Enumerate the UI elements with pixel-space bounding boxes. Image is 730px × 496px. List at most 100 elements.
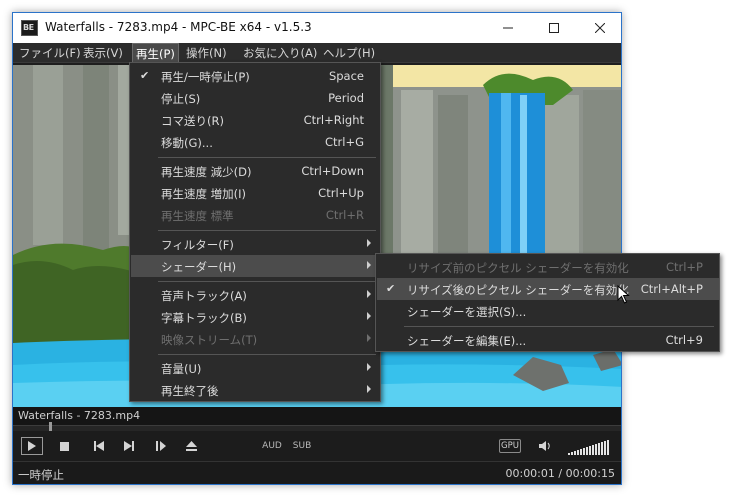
title-bar[interactable]: BE Waterfalls - 7283.mp4 - MPC-BE x64 - … bbox=[13, 13, 621, 43]
audio-track-button[interactable]: AUD bbox=[262, 437, 282, 455]
menu-item-label: 再生速度 増加(I) bbox=[161, 187, 247, 201]
minimize-button[interactable] bbox=[485, 13, 531, 43]
submenu-arrow-icon bbox=[367, 363, 371, 371]
next-button[interactable] bbox=[121, 437, 137, 455]
frame-step-button[interactable] bbox=[153, 437, 169, 455]
menu-item-speed-down[interactable]: 再生速度 減少(D) Ctrl+Down bbox=[131, 160, 380, 182]
menu-item-goto[interactable]: 移動(G)... Ctrl+G bbox=[131, 131, 380, 153]
submenu-arrow-icon bbox=[367, 261, 371, 269]
menu-item-label: 停止(S) bbox=[161, 92, 201, 106]
close-icon bbox=[595, 23, 605, 33]
menu-item-label: シェーダーを選択(S)... bbox=[407, 305, 527, 319]
maximize-button[interactable] bbox=[531, 13, 577, 43]
menu-item-filters[interactable]: フィルター(F) bbox=[131, 233, 380, 255]
menu-item-after-playback[interactable]: 再生終了後 bbox=[131, 379, 380, 401]
submenu-arrow-icon bbox=[367, 239, 371, 247]
submenu-arrow-icon bbox=[367, 290, 371, 298]
menu-item-label: リサイズ後のピクセル シェーダーを有効化 bbox=[407, 283, 629, 297]
skip-back-icon bbox=[94, 441, 104, 451]
control-bar: AUD SUB GPU bbox=[13, 431, 621, 461]
menu-item-shortcut: Ctrl+Up bbox=[318, 186, 364, 200]
menu-item-play-pause[interactable]: ✔ 再生/一時停止(P) Space bbox=[131, 65, 380, 87]
skip-forward-icon bbox=[124, 441, 134, 451]
submenu-arrow-icon bbox=[367, 312, 371, 320]
eject-button[interactable] bbox=[183, 437, 199, 455]
menu-item-speed-normal: 再生速度 標準 Ctrl+R bbox=[131, 204, 380, 226]
menu-item-label: 再生速度 減少(D) bbox=[161, 165, 252, 179]
app-icon-text: BE bbox=[23, 23, 34, 32]
menu-item-label: 音量(U) bbox=[161, 362, 202, 376]
menu-item-shaders[interactable]: シェーダー(H) bbox=[131, 255, 380, 277]
menu-item-select-shader[interactable]: シェーダーを選択(S)... bbox=[377, 300, 719, 322]
menu-item-pre-resize-shader: リサイズ前のピクセル シェーダーを有効化 Ctrl+P bbox=[377, 256, 719, 278]
menu-item-label: 音声トラック(A) bbox=[161, 289, 247, 303]
menu-navigate[interactable]: 操作(N) bbox=[183, 43, 230, 63]
playback-status: 一時停止 bbox=[18, 468, 64, 482]
mute-button[interactable] bbox=[537, 437, 553, 455]
menu-item-shortcut: Ctrl+Right bbox=[303, 113, 364, 127]
maximize-icon bbox=[549, 23, 559, 33]
previous-button[interactable] bbox=[91, 437, 107, 455]
menu-item-shortcut: Ctrl+Alt+P bbox=[640, 282, 703, 296]
menu-item-label: コマ送り(R) bbox=[161, 114, 224, 128]
menu-item-post-resize-shader[interactable]: ✔ リサイズ後のピクセル シェーダーを有効化 Ctrl+Alt+P bbox=[377, 278, 719, 300]
menu-item-shortcut: Ctrl+P bbox=[665, 260, 703, 274]
menu-favorites[interactable]: お気に入り(A) bbox=[240, 43, 320, 63]
menu-file[interactable]: ファイル(F) bbox=[16, 43, 84, 63]
menu-item-frame-step[interactable]: コマ送り(R) Ctrl+Right bbox=[131, 109, 380, 131]
checkmark-icon: ✔ bbox=[140, 69, 150, 82]
minimize-icon bbox=[503, 27, 513, 29]
menu-item-subtitle-track[interactable]: 字幕トラック(B) bbox=[131, 306, 380, 328]
window-title: Waterfalls - 7283.mp4 - MPC-BE x64 - v1.… bbox=[45, 20, 312, 34]
menu-item-shortcut: Ctrl+9 bbox=[665, 333, 703, 347]
menu-item-volume[interactable]: 音量(U) bbox=[131, 357, 380, 379]
menu-item-stop[interactable]: 停止(S) Period bbox=[131, 87, 380, 109]
volume-slider[interactable] bbox=[568, 439, 609, 455]
menu-separator bbox=[158, 354, 376, 355]
menu-item-speed-up[interactable]: 再生速度 増加(I) Ctrl+Up bbox=[131, 182, 380, 204]
menu-item-shortcut: Ctrl+Down bbox=[301, 164, 364, 178]
speaker-icon bbox=[539, 441, 550, 451]
app-icon[interactable]: BE bbox=[21, 20, 38, 36]
menu-item-video-stream: 映像ストリーム(T) bbox=[131, 328, 380, 350]
gpu-badge[interactable]: GPU bbox=[499, 439, 521, 453]
menu-item-shortcut: Ctrl+R bbox=[325, 208, 364, 222]
menu-bar: ファイル(F) 表示(V) 再生(P) 操作(N) お気に入り(A) ヘルプ(H… bbox=[13, 43, 621, 63]
stop-icon bbox=[59, 441, 69, 451]
menu-separator bbox=[158, 157, 376, 158]
time-display: 00:00:01 / 00:00:15 bbox=[505, 467, 615, 480]
menu-item-label: 移動(G)... bbox=[161, 136, 213, 150]
menu-item-label: 再生終了後 bbox=[161, 384, 219, 398]
checkmark-icon: ✔ bbox=[386, 282, 396, 295]
filename-strip: Waterfalls - 7283.mp4 bbox=[13, 407, 621, 425]
menu-separator bbox=[158, 281, 376, 282]
menu-item-shortcut: Ctrl+G bbox=[324, 135, 364, 149]
eject-icon bbox=[185, 441, 197, 451]
menu-item-label: 映像ストリーム(T) bbox=[161, 333, 258, 347]
menu-item-label: 再生速度 標準 bbox=[161, 209, 234, 223]
stop-button[interactable] bbox=[56, 437, 72, 455]
menu-item-label: フィルター(F) bbox=[161, 238, 234, 252]
menu-play[interactable]: 再生(P) bbox=[132, 43, 179, 63]
menu-item-edit-shader[interactable]: シェーダーを編集(E)... Ctrl+9 bbox=[377, 329, 719, 351]
menu-separator bbox=[158, 230, 376, 231]
play-icon bbox=[28, 441, 36, 451]
play-menu-dropdown: ✔ 再生/一時停止(P) Space 停止(S) Period コマ送り(R) … bbox=[129, 62, 381, 402]
menu-help[interactable]: ヘルプ(H) bbox=[320, 43, 378, 63]
menu-item-shortcut: Period bbox=[328, 91, 364, 105]
filename-label: Waterfalls - 7283.mp4 bbox=[18, 409, 141, 422]
play-button[interactable] bbox=[21, 437, 43, 455]
menu-item-label: シェーダーを編集(E)... bbox=[407, 334, 527, 348]
status-bar: 一時停止 00:00:01 / 00:00:15 bbox=[13, 461, 621, 484]
menu-item-audio-track[interactable]: 音声トラック(A) bbox=[131, 284, 380, 306]
menu-item-label: リサイズ前のピクセル シェーダーを有効化 bbox=[407, 261, 629, 275]
menu-view[interactable]: 表示(V) bbox=[80, 43, 126, 63]
submenu-arrow-icon bbox=[367, 385, 371, 393]
menu-item-label: 字幕トラック(B) bbox=[161, 311, 247, 325]
close-button[interactable] bbox=[577, 13, 621, 43]
menu-item-shortcut: Space bbox=[328, 69, 364, 83]
subtitle-button[interactable]: SUB bbox=[293, 437, 311, 455]
shader-submenu: リサイズ前のピクセル シェーダーを有効化 Ctrl+P ✔ リサイズ後のピクセル… bbox=[375, 253, 720, 352]
menu-item-label: 再生/一時停止(P) bbox=[161, 70, 250, 84]
menu-item-label: シェーダー(H) bbox=[161, 260, 237, 274]
